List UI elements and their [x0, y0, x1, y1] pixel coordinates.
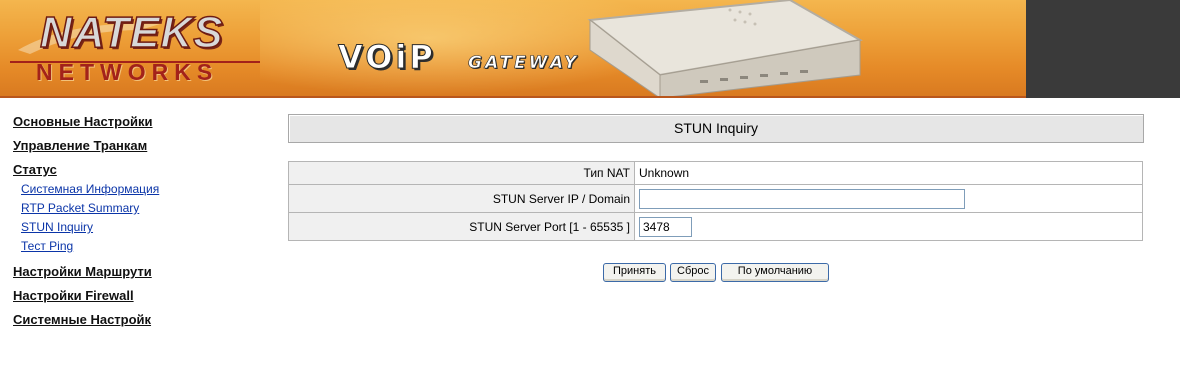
- nav-ping-test[interactable]: Тест Ping: [21, 239, 73, 253]
- nat-type-value: Unknown: [634, 161, 1143, 185]
- nav-firewall-settings[interactable]: Настройки Firewall: [13, 288, 134, 303]
- nav-system-info[interactable]: Системная Информация: [21, 182, 159, 196]
- stun-port-input[interactable]: [639, 216, 692, 237]
- nav-stun-inquiry[interactable]: STUN Inquiry: [21, 220, 93, 234]
- router-device-icon: [587, 0, 863, 96]
- stun-server-cell: [634, 184, 1143, 213]
- table-row: Тип NAT Unknown: [288, 161, 1143, 185]
- nav-status[interactable]: Статус: [13, 162, 57, 177]
- page-title-box: STUN Inquiry: [288, 114, 1144, 143]
- product-title: VOiP: [338, 38, 436, 77]
- page-title: STUN Inquiry: [673, 120, 759, 136]
- logo-subtext: NETWORKS: [36, 59, 219, 85]
- nav-routing-settings[interactable]: Настройки Маршрути: [13, 264, 152, 279]
- nav-system-settings[interactable]: Системные Настройк: [13, 312, 151, 327]
- stun-port-label: STUN Server Port [1 - 65535 ]: [288, 212, 635, 241]
- table-row: STUN Server Port [1 - 65535 ]: [288, 212, 1143, 241]
- nav-main-settings[interactable]: Основные Настройки: [13, 114, 153, 129]
- stun-server-input[interactable]: [639, 188, 965, 209]
- stun-port-cell: [634, 212, 1143, 241]
- default-button[interactable]: По умолчанию: [721, 263, 829, 282]
- stun-form-table: Тип NAT Unknown STUN Server IP / Domain …: [288, 161, 1143, 241]
- logo-wordmark: NATEKS: [39, 7, 224, 58]
- table-row: STUN Server IP / Domain: [288, 184, 1143, 213]
- nav-rtp-packet-summary[interactable]: RTP Packet Summary: [21, 201, 139, 215]
- header-banner: NATEKS NETWORKS VOiP GATEWAY: [0, 0, 1180, 98]
- banner-artwork: NATEKS NETWORKS VOiP GATEWAY: [0, 0, 1026, 98]
- stun-server-label: STUN Server IP / Domain: [288, 184, 635, 213]
- nat-type-label: Тип NAT: [288, 161, 635, 185]
- nav-trunk-management[interactable]: Управление Транкам: [13, 138, 147, 153]
- apply-button[interactable]: Принять: [603, 263, 666, 282]
- sidebar-nav: Основные Настройки Управление Транкам Ст…: [0, 98, 170, 382]
- reset-button[interactable]: Сброс: [670, 263, 716, 282]
